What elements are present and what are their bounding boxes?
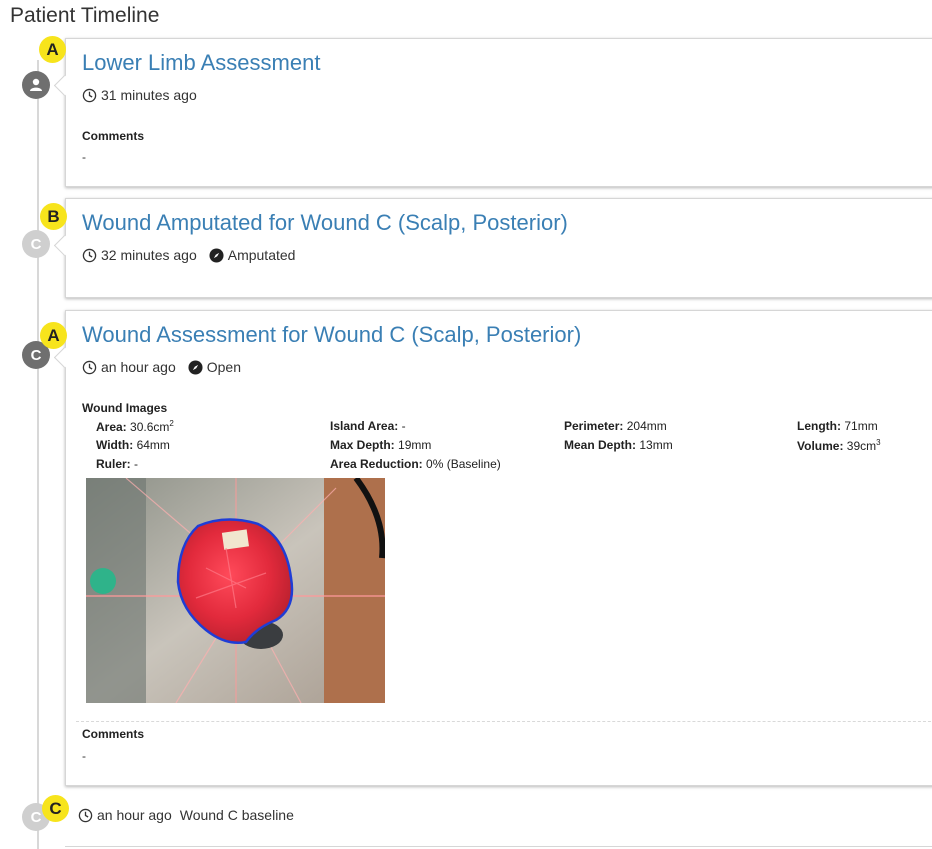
entry-text: Wound C baseline	[179, 807, 294, 823]
section-divider	[76, 721, 932, 722]
entry-title-link[interactable]: Wound Assessment for Wound C (Scalp, Pos…	[82, 322, 581, 348]
comments-value: -	[82, 150, 86, 164]
entry-time: an hour ago	[101, 359, 176, 375]
metric-max-depth: Max Depth: 19mm	[330, 438, 432, 452]
metric-length: Length: 71mm	[797, 419, 878, 433]
entry-time: 31 minutes ago	[101, 87, 197, 103]
metric-area: Area: 30.6cm2	[96, 419, 174, 434]
clock-icon	[82, 248, 97, 262]
comments-label: Comments	[82, 129, 145, 143]
metric-area-reduction: Area Reduction: 0% (Baseline)	[330, 457, 501, 471]
timeline-card-wound-assessment: Wound Assessment for Wound C (Scalp, Pos…	[53, 310, 932, 786]
entry-meta: 32 minutes ago Amputated	[82, 247, 295, 263]
comments-label: Comments	[82, 727, 145, 741]
card-arrow	[53, 74, 76, 97]
entry-title-link[interactable]: Lower Limb Assessment	[82, 50, 320, 76]
card-arrow	[53, 346, 76, 369]
timeline-node-c: C	[22, 230, 50, 258]
comments-value: -	[82, 749, 86, 763]
clock-icon	[82, 88, 97, 102]
wound-image[interactable]	[86, 478, 385, 703]
metric-ruler: Ruler: -	[96, 457, 139, 471]
next-card-edge	[65, 846, 932, 847]
clock-icon	[82, 360, 97, 374]
timeline-line	[37, 60, 39, 849]
metric-volume: Volume: 39cm3	[797, 438, 881, 453]
entry-status: Open	[206, 359, 241, 375]
entry-meta: 31 minutes ago	[82, 87, 197, 103]
clock-icon	[78, 808, 93, 822]
entry-time: 32 minutes ago	[101, 247, 197, 263]
user-icon	[30, 78, 42, 91]
metric-island-area: Island Area: -	[330, 419, 406, 433]
metric-mean-depth: Mean Depth: 13mm	[564, 438, 673, 452]
page-title: Patient Timeline	[10, 4, 160, 27]
badge-c: C	[42, 795, 69, 822]
entry-title-link[interactable]: Wound Amputated for Wound C (Scalp, Post…	[82, 210, 568, 236]
badge-b: B	[40, 203, 67, 230]
metric-perimeter: Perimeter: 204mm	[564, 419, 667, 433]
entry-status: Amputated	[227, 247, 296, 263]
badge-a: A	[39, 36, 66, 63]
entry-meta: an hour ago Open	[82, 359, 241, 375]
card-arrow	[53, 234, 76, 257]
entry-meta-baseline: an hour ago Wound C baseline	[78, 807, 294, 823]
wound-images-label: Wound Images	[82, 401, 168, 415]
entry-time: an hour ago	[97, 807, 172, 823]
metric-width: Width: 64mm	[96, 438, 170, 452]
timeline-card-amputated: Wound Amputated for Wound C (Scalp, Post…	[53, 198, 932, 298]
compass-icon	[188, 359, 203, 375]
timeline-node-user	[22, 71, 50, 99]
badge-a: A	[40, 322, 67, 349]
timeline-card-lower-limb: Lower Limb Assessment 31 minutes ago Com…	[53, 38, 932, 187]
compass-icon	[209, 247, 224, 263]
